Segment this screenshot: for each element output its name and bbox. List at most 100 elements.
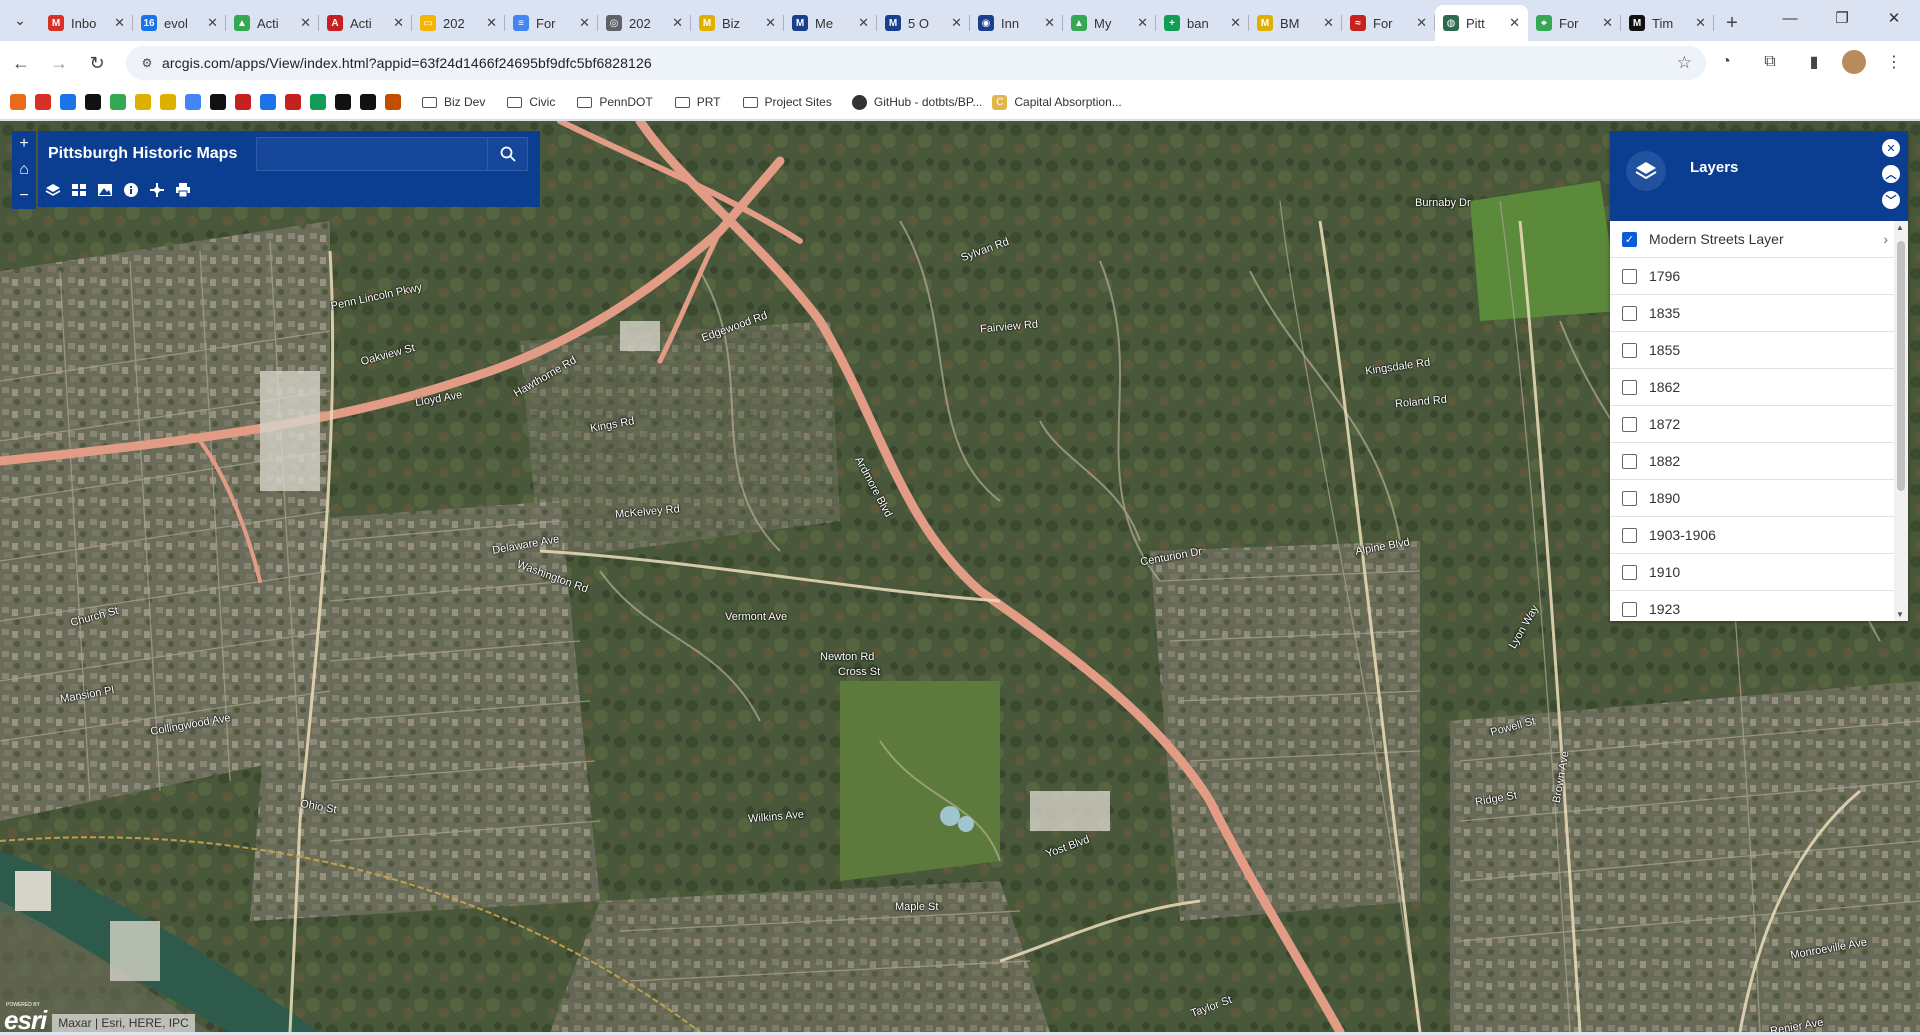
layer-checkbox[interactable] bbox=[1622, 268, 1637, 284]
layer-checkbox[interactable] bbox=[1622, 527, 1637, 543]
home-icon[interactable]: ⌂ bbox=[12, 157, 36, 183]
bookmark-favicon-icon[interactable] bbox=[260, 94, 276, 110]
layer-checkbox[interactable] bbox=[1622, 601, 1637, 617]
bookmark-folder[interactable]: Biz Dev bbox=[422, 95, 485, 109]
tab-close-icon[interactable]: ✕ bbox=[579, 15, 590, 31]
browser-tab[interactable]: ◎ 202 ✕ bbox=[598, 5, 691, 41]
tab-close-icon[interactable]: ✕ bbox=[1323, 15, 1334, 31]
basemap-gallery-icon[interactable] bbox=[70, 181, 88, 199]
tab-close-icon[interactable]: ✕ bbox=[951, 15, 962, 31]
browser-tab[interactable]: ▲ My ✕ bbox=[1063, 5, 1156, 41]
layer-checkbox[interactable] bbox=[1622, 416, 1637, 432]
browser-tab[interactable]: ⌖ For ✕ bbox=[1528, 5, 1621, 41]
browser-tab[interactable]: M Tim ✕ bbox=[1621, 5, 1714, 41]
tab-close-icon[interactable]: ✕ bbox=[207, 15, 218, 31]
browser-tab[interactable]: ▭ 202 ✕ bbox=[412, 5, 505, 41]
restore-icon[interactable]: ❐ bbox=[1816, 0, 1868, 36]
browser-tab[interactable]: ▲ Acti ✕ bbox=[226, 5, 319, 41]
profile-avatar[interactable] bbox=[1842, 50, 1866, 74]
tab-close-icon[interactable]: ✕ bbox=[1695, 15, 1706, 31]
layer-checkbox[interactable] bbox=[1622, 379, 1637, 395]
layer-item[interactable]: 1872 bbox=[1610, 406, 1894, 443]
site-info-icon[interactable]: ⚙ bbox=[132, 56, 162, 70]
layer-checkbox[interactable] bbox=[1622, 342, 1637, 358]
bookmark-link[interactable]: GitHub - dotbts/BP... bbox=[851, 94, 982, 110]
tab-close-icon[interactable]: ✕ bbox=[672, 15, 683, 31]
bookmark-folder[interactable]: PennDOT bbox=[577, 95, 653, 109]
bookmark-favicon-icon[interactable] bbox=[160, 94, 176, 110]
browser-tab[interactable]: M Biz ✕ bbox=[691, 5, 784, 41]
extensions-puzzle-icon[interactable]: ⧉ bbox=[1754, 46, 1786, 78]
back-icon[interactable]: ← bbox=[4, 46, 38, 80]
tab-search-icon[interactable]: ⌄ bbox=[0, 0, 40, 41]
browser-tab[interactable]: M 5 O ✕ bbox=[877, 5, 970, 41]
browser-menu-icon[interactable]: ⋮ bbox=[1878, 46, 1910, 78]
layer-checkbox[interactable] bbox=[1622, 490, 1637, 506]
bookmark-folder[interactable]: Civic bbox=[507, 95, 555, 109]
tab-close-icon[interactable]: ✕ bbox=[486, 15, 497, 31]
bookmark-folder[interactable]: Project Sites bbox=[742, 95, 832, 109]
layer-checkbox[interactable] bbox=[1622, 305, 1637, 321]
browser-tab[interactable]: 16 evol ✕ bbox=[133, 5, 226, 41]
layers-scrollbar[interactable]: ▲ ▼ bbox=[1894, 221, 1908, 621]
layers-icon[interactable] bbox=[44, 181, 62, 199]
forward-icon[interactable]: → bbox=[42, 46, 76, 80]
browser-tab[interactable]: M Inbo ✕ bbox=[40, 5, 133, 41]
layer-item[interactable]: 1910 bbox=[1610, 554, 1894, 591]
tab-close-icon[interactable]: ✕ bbox=[1044, 15, 1055, 31]
tab-close-icon[interactable]: ✕ bbox=[1509, 15, 1520, 31]
tab-close-icon[interactable]: ✕ bbox=[1137, 15, 1148, 31]
bookmark-favicon-icon[interactable] bbox=[135, 94, 151, 110]
legend-icon[interactable] bbox=[96, 181, 114, 199]
bookmark-favicon-icon[interactable] bbox=[310, 94, 326, 110]
scroll-thumb[interactable] bbox=[1897, 241, 1905, 491]
chevron-down-icon[interactable]: ﹀ bbox=[1882, 191, 1900, 209]
tab-close-icon[interactable]: ✕ bbox=[1416, 15, 1427, 31]
layer-item[interactable]: 1855 bbox=[1610, 332, 1894, 369]
tab-close-icon[interactable]: ✕ bbox=[858, 15, 869, 31]
layer-item[interactable]: 1862 bbox=[1610, 369, 1894, 406]
bookmark-favicon-icon[interactable] bbox=[185, 94, 201, 110]
bookmark-favicon-icon[interactable] bbox=[385, 94, 401, 110]
search-input[interactable] bbox=[257, 138, 487, 170]
chevron-right-icon[interactable]: › bbox=[1883, 231, 1888, 247]
tab-close-icon[interactable]: ✕ bbox=[765, 15, 776, 31]
chevron-up-icon[interactable]: ︿ bbox=[1882, 165, 1900, 183]
browser-tab[interactable]: A Acti ✕ bbox=[319, 5, 412, 41]
browser-tab[interactable]: ≡ For ✕ bbox=[505, 5, 598, 41]
layer-item[interactable]: 1923 bbox=[1610, 591, 1894, 621]
tab-close-icon[interactable]: ✕ bbox=[1602, 15, 1613, 31]
layer-checkbox[interactable] bbox=[1622, 564, 1637, 580]
search-icon[interactable] bbox=[487, 138, 527, 170]
side-panel-icon[interactable]: ▮ bbox=[1798, 46, 1830, 78]
bookmark-favicon-icon[interactable] bbox=[110, 94, 126, 110]
layer-item[interactable]: 1903-1906 bbox=[1610, 517, 1894, 554]
esri-logo[interactable]: esri bbox=[4, 1007, 47, 1033]
bookmark-link[interactable]: C Capital Absorption... bbox=[992, 94, 1122, 110]
close-icon[interactable]: ✕ bbox=[1882, 139, 1900, 157]
layer-item[interactable]: ✓ Modern Streets Layer › bbox=[1610, 221, 1894, 258]
info-icon[interactable] bbox=[122, 181, 140, 199]
zoom-out-icon[interactable]: − bbox=[12, 183, 36, 209]
bookmark-favicon-icon[interactable] bbox=[210, 94, 226, 110]
browser-tab[interactable]: ◉ Inn ✕ bbox=[970, 5, 1063, 41]
tab-close-icon[interactable]: ✕ bbox=[300, 15, 311, 31]
tab-close-icon[interactable]: ✕ bbox=[114, 15, 125, 31]
bookmark-folder[interactable]: PRT bbox=[674, 95, 721, 109]
bookmark-favicon-icon[interactable] bbox=[360, 94, 376, 110]
new-tab-button[interactable]: + bbox=[1714, 5, 1750, 41]
layer-item[interactable]: 1796 bbox=[1610, 258, 1894, 295]
extension-icon[interactable]: ◔ bbox=[1710, 46, 1742, 78]
bookmark-favicon-icon[interactable] bbox=[10, 94, 26, 110]
zoom-in-icon[interactable]: + bbox=[12, 131, 36, 157]
address-bar[interactable]: ⚙ arcgis.com/apps/View/index.html?appid=… bbox=[126, 46, 1706, 80]
layer-checkbox[interactable]: ✓ bbox=[1622, 231, 1637, 247]
browser-tab[interactable]: ≈ For ✕ bbox=[1342, 5, 1435, 41]
minimize-icon[interactable]: — bbox=[1764, 0, 1816, 36]
scroll-down-icon[interactable]: ▼ bbox=[1896, 610, 1904, 619]
tab-close-icon[interactable]: ✕ bbox=[393, 15, 404, 31]
bookmark-favicon-icon[interactable] bbox=[335, 94, 351, 110]
browser-tab[interactable]: + ban ✕ bbox=[1156, 5, 1249, 41]
layer-checkbox[interactable] bbox=[1622, 453, 1637, 469]
bookmark-star-icon[interactable]: ☆ bbox=[1677, 53, 1692, 73]
